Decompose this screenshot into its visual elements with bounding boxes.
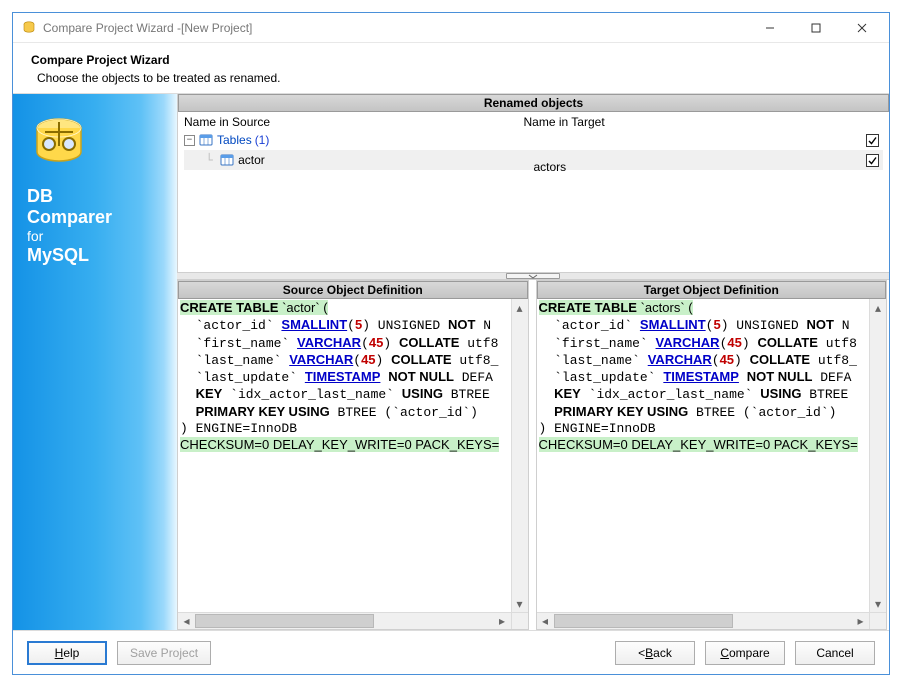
splitter-horizontal[interactable] xyxy=(177,272,889,280)
target-definition-pane: Target Object Definition CREATE TABLE `a… xyxy=(536,280,888,630)
item-checkbox[interactable] xyxy=(866,154,879,167)
col-name-target: Name in Target xyxy=(522,114,862,130)
brand-text: DB Comparer for MySQL xyxy=(27,186,163,266)
minimize-button[interactable] xyxy=(747,13,793,42)
tree-group-count: (1) xyxy=(255,133,270,147)
renamed-objects-grid[interactable]: Name in Source Name in Target − Tables (… xyxy=(178,112,889,272)
target-name: actors xyxy=(534,160,567,174)
scroll-right-icon[interactable]: ▸ xyxy=(494,614,511,628)
scroll-up-icon[interactable]: ▴ xyxy=(512,299,528,316)
page-subtitle: Choose the objects to be treated as rena… xyxy=(31,67,871,85)
tables-icon xyxy=(199,133,213,147)
horizontal-scrollbar[interactable]: ◂ ▸ xyxy=(178,612,528,629)
scroll-right-icon[interactable]: ▸ xyxy=(852,614,869,628)
db-comparer-icon xyxy=(27,112,91,176)
app-icon xyxy=(21,20,37,36)
wizard-window: Compare Project Wizard -[New Project] Co… xyxy=(12,12,890,675)
scroll-thumb[interactable] xyxy=(554,614,733,628)
renamed-objects-header: Renamed objects xyxy=(178,94,889,112)
vertical-scrollbar[interactable]: ▴ ▾ xyxy=(869,299,886,612)
source-def-header: Source Object Definition xyxy=(178,281,528,299)
compare-button[interactable]: Compare xyxy=(705,641,785,665)
target-sql-code[interactable]: CREATE TABLE `actors` ( `actor_id` SMALL… xyxy=(537,299,887,455)
wizard-header: Compare Project Wizard Choose the object… xyxy=(13,43,889,93)
collapse-icon[interactable]: − xyxy=(184,135,195,146)
tree-group-label: Tables xyxy=(217,133,252,147)
col-name-source: Name in Source xyxy=(182,114,522,130)
tree-group-tables[interactable]: − Tables (1) xyxy=(184,130,883,150)
back-button[interactable]: < Back xyxy=(615,641,695,665)
cancel-button[interactable]: Cancel xyxy=(795,641,875,665)
window-title: Compare Project Wizard -[New Project] xyxy=(43,21,747,35)
table-icon xyxy=(220,153,234,167)
maximize-button[interactable] xyxy=(793,13,839,42)
scroll-down-icon[interactable]: ▾ xyxy=(870,595,886,612)
source-sql-code[interactable]: CREATE TABLE `actor` ( `actor_id` SMALLI… xyxy=(178,299,528,455)
scroll-thumb[interactable] xyxy=(195,614,374,628)
source-definition-pane: Source Object Definition CREATE TABLE `a… xyxy=(177,280,529,630)
vertical-scrollbar[interactable]: ▴ ▾ xyxy=(511,299,528,612)
help-button[interactable]: Help xyxy=(27,641,107,665)
wizard-sidebar: DB Comparer for MySQL xyxy=(13,94,177,630)
wizard-footer: Help Save Project < Back Compare Cancel xyxy=(13,630,889,674)
scroll-up-icon[interactable]: ▴ xyxy=(870,299,886,316)
scroll-down-icon[interactable]: ▾ xyxy=(512,595,528,612)
tree-item-actor[interactable]: └ actor actors xyxy=(184,150,883,170)
group-checkbox[interactable] xyxy=(866,134,879,147)
titlebar[interactable]: Compare Project Wizard -[New Project] xyxy=(13,13,889,43)
horizontal-scrollbar[interactable]: ◂ ▸ xyxy=(537,612,887,629)
save-project-button: Save Project xyxy=(117,641,211,665)
page-title: Compare Project Wizard xyxy=(31,53,871,67)
scroll-left-icon[interactable]: ◂ xyxy=(178,614,195,628)
close-button[interactable] xyxy=(839,13,885,42)
scroll-left-icon[interactable]: ◂ xyxy=(537,614,554,628)
source-name: actor xyxy=(238,153,265,167)
target-def-header: Target Object Definition xyxy=(537,281,887,299)
